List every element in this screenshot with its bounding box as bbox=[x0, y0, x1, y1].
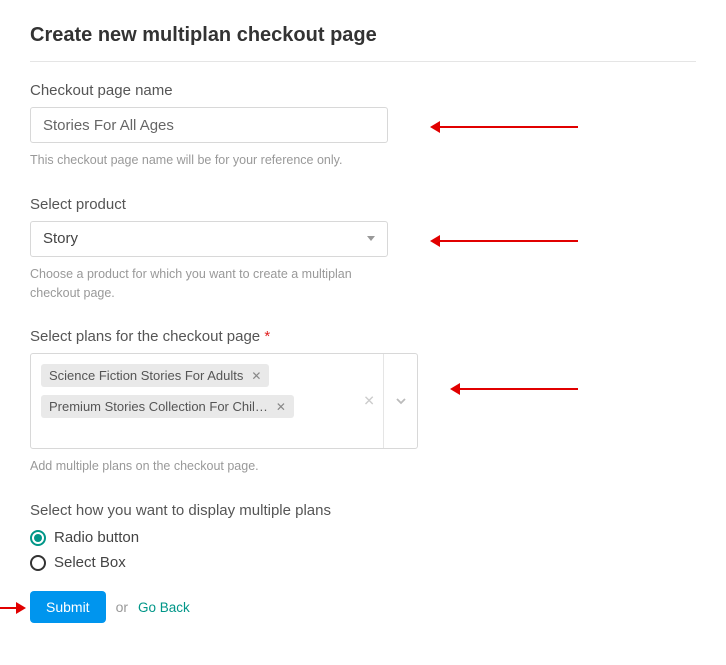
radio-label: Select Box bbox=[54, 554, 126, 571]
display-option-radio-button[interactable]: Radio button bbox=[30, 529, 696, 546]
annotation-arrow bbox=[438, 240, 578, 242]
clear-all-icon[interactable]: ✕ bbox=[363, 393, 375, 410]
checkout-name-label: Checkout page name bbox=[30, 82, 696, 99]
remove-tag-icon[interactable]: ✕ bbox=[251, 369, 261, 383]
field-product: Select product Story Choose a product fo… bbox=[30, 196, 696, 303]
required-mark: * bbox=[264, 328, 270, 345]
product-select[interactable]: Story bbox=[30, 221, 388, 257]
remove-tag-icon[interactable]: ✕ bbox=[276, 400, 286, 414]
plan-tag-label: Science Fiction Stories For Adults bbox=[49, 368, 243, 383]
submit-button[interactable]: Submit bbox=[30, 591, 106, 623]
multiselect-expand[interactable] bbox=[383, 354, 417, 448]
chevron-down-icon bbox=[367, 236, 375, 241]
plan-tag-label: Premium Stories Collection For Chil… bbox=[49, 399, 268, 414]
plans-multiselect[interactable]: Science Fiction Stories For Adults ✕ Pre… bbox=[30, 353, 418, 449]
plans-label: Select plans for the checkout page * bbox=[30, 328, 696, 345]
or-text: or bbox=[116, 599, 128, 615]
plans-label-text: Select plans for the checkout page bbox=[30, 328, 260, 345]
checkout-name-help: This checkout page name will be for your… bbox=[30, 151, 388, 170]
plans-tag-container: Science Fiction Stories For Adults ✕ Pre… bbox=[31, 354, 383, 448]
field-plans: Select plans for the checkout page * Sci… bbox=[30, 328, 696, 476]
page-title: Create new multiplan checkout page bbox=[30, 24, 696, 47]
field-display-mode: Select how you want to display multiple … bbox=[30, 502, 696, 571]
form-actions: Submit or Go Back bbox=[30, 591, 696, 623]
annotation-arrow bbox=[458, 388, 578, 390]
radio-icon bbox=[30, 555, 46, 571]
checkout-name-input[interactable] bbox=[30, 107, 388, 143]
display-label: Select how you want to display multiple … bbox=[30, 502, 696, 519]
product-label: Select product bbox=[30, 196, 696, 213]
product-help: Choose a product for which you want to c… bbox=[30, 265, 388, 303]
product-value: Story bbox=[43, 230, 367, 247]
divider bbox=[30, 61, 696, 62]
annotation-arrow bbox=[0, 607, 18, 609]
display-option-select-box[interactable]: Select Box bbox=[30, 554, 696, 571]
plan-tag: Premium Stories Collection For Chil… ✕ bbox=[41, 395, 294, 418]
radio-label: Radio button bbox=[54, 529, 139, 546]
go-back-link[interactable]: Go Back bbox=[138, 600, 190, 615]
radio-icon bbox=[30, 530, 46, 546]
plans-help: Add multiple plans on the checkout page. bbox=[30, 457, 388, 476]
field-checkout-name: Checkout page name This checkout page na… bbox=[30, 82, 696, 170]
display-radio-group: Radio button Select Box bbox=[30, 529, 696, 571]
annotation-arrow bbox=[438, 126, 578, 128]
plan-tag: Science Fiction Stories For Adults ✕ bbox=[41, 364, 269, 387]
chevron-down-icon bbox=[395, 395, 407, 407]
